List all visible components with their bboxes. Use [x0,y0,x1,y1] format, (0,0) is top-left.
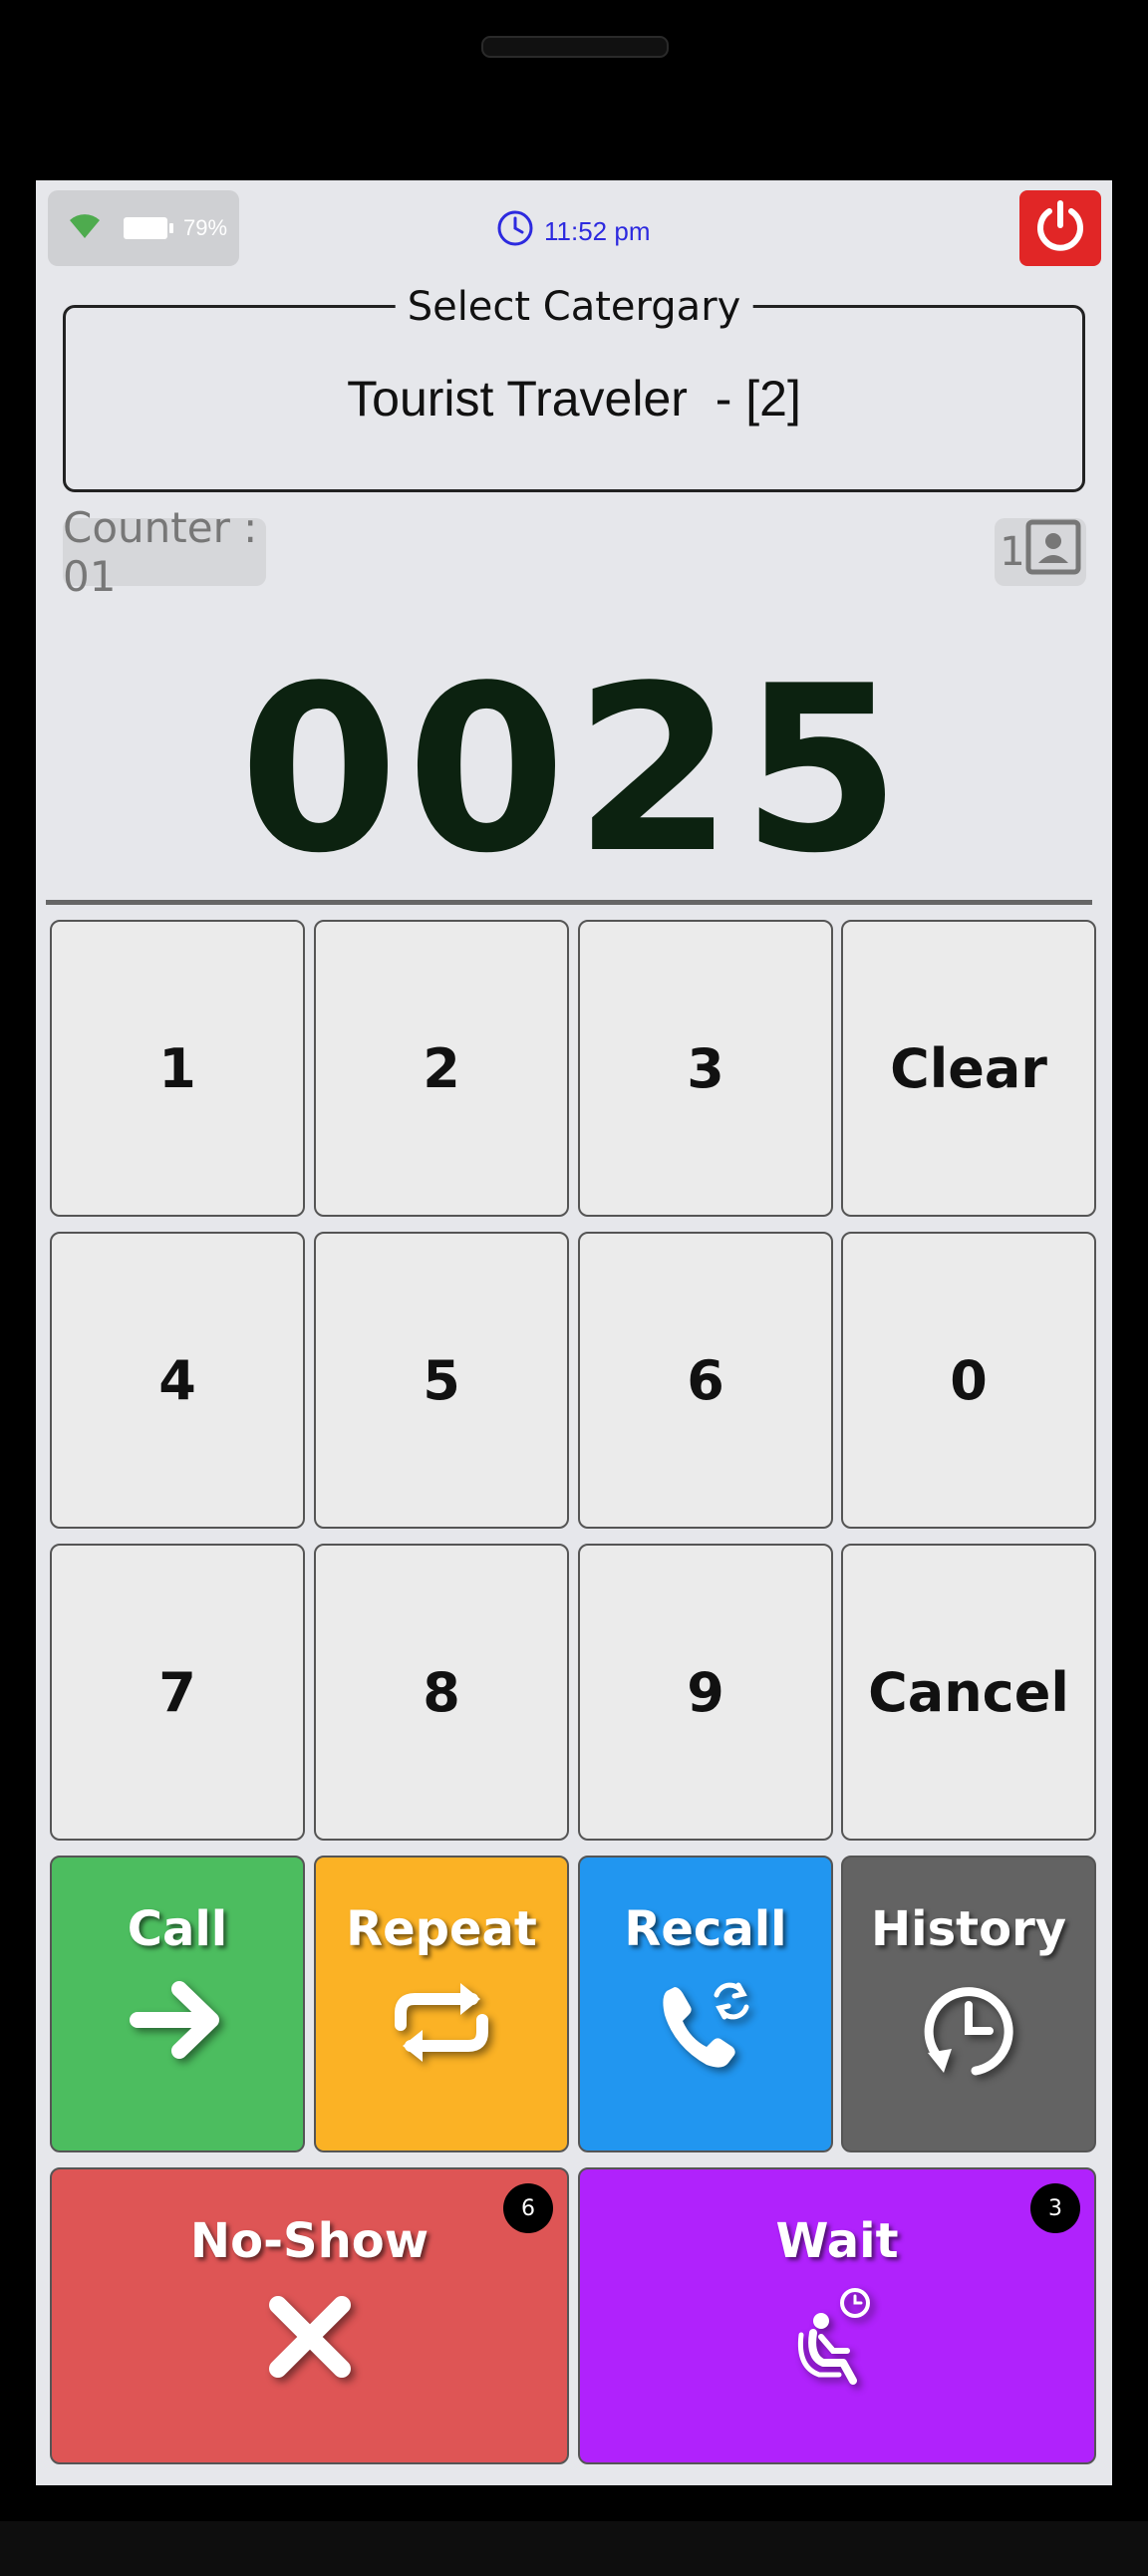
wait-button[interactable]: 3 Wait [578,2167,1096,2464]
close-icon [260,2269,360,2399]
no-show-label: No-Show [189,2213,430,2269]
cancel-button[interactable]: Cancel [841,1544,1096,1841]
category-legend: Select Catergary [395,284,753,330]
key-3[interactable]: 3 [578,920,833,1217]
history-icon [914,1957,1023,2097]
key-6[interactable]: 6 [578,1232,833,1529]
clock-time: 11:52 pm [544,216,651,246]
no-show-button[interactable]: 6 No-Show [50,2167,569,2464]
key-5[interactable]: 5 [314,1232,569,1529]
token-number: 0025 [238,638,910,904]
contact-card-icon [1025,519,1081,585]
app-screen: 79% 11:52 pm Select Catergary Tourist Tr… [36,180,1112,2485]
battery-icon [124,217,173,239]
arrow-right-icon [128,1957,227,2077]
battery-percent: 79% [183,215,228,240]
power-button[interactable] [1019,190,1101,266]
power-icon [1031,197,1089,259]
clock: 11:52 pm [496,209,650,254]
profile-count: 1 [1000,529,1025,575]
clock-icon [496,209,534,254]
category-value: Tourist Traveler - [2] [347,371,801,427]
wait-count-badge: 3 [1030,2183,1080,2233]
repeat-button[interactable]: Repeat [314,1856,569,2152]
category-select[interactable]: Select Catergary Tourist Traveler - [2] [63,284,1085,492]
repeat-icon [387,1957,496,2082]
speaker-grille [481,36,669,58]
phone-frame: 79% 11:52 pm Select Catergary Tourist Tr… [0,0,1148,2576]
phone-recall-icon [651,1957,760,2087]
no-show-count-badge: 6 [503,2183,553,2233]
key-7[interactable]: 7 [50,1544,305,1841]
divider [46,900,1092,905]
profile-button[interactable]: 1 [995,518,1086,586]
call-label: Call [127,1901,228,1957]
repeat-label: Repeat [346,1901,537,1957]
key-8[interactable]: 8 [314,1544,569,1841]
counter-label: Counter : 01 [63,503,266,601]
device-bottom-bar [0,2521,1148,2576]
history-label: History [870,1901,1067,1957]
status-indicator: 79% [48,190,239,266]
waiting-person-icon [787,2269,887,2399]
call-button[interactable]: Call [50,1856,305,2152]
history-button[interactable]: History [841,1856,1096,2152]
key-1[interactable]: 1 [50,920,305,1217]
key-0[interactable]: 0 [841,1232,1096,1529]
recall-button[interactable]: Recall [578,1856,833,2152]
key-9[interactable]: 9 [578,1544,833,1841]
wifi-icon [68,212,102,244]
key-4[interactable]: 4 [50,1232,305,1529]
recall-label: Recall [624,1901,787,1957]
key-2[interactable]: 2 [314,920,569,1217]
clear-button[interactable]: Clear [841,920,1096,1217]
wait-label: Wait [775,2213,899,2269]
